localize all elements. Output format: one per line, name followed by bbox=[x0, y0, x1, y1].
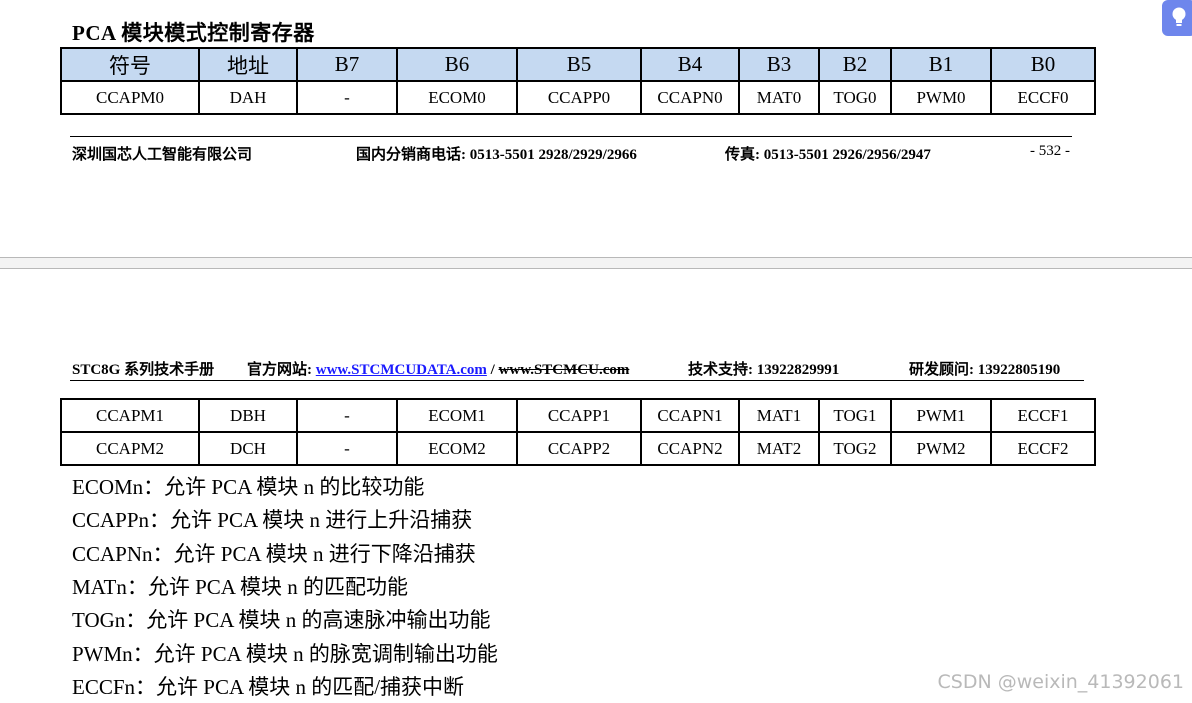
table-cell: CCAPM0 bbox=[60, 80, 200, 115]
table-cell: PWM2 bbox=[890, 431, 992, 466]
description-line: TOGn：允许 PCA 模块 n 的高速脉冲输出功能 bbox=[72, 608, 491, 632]
table-row: CCAPM0 DAH - ECOM0 CCAPP0 CCAPN0 MAT0 TO… bbox=[60, 80, 1096, 115]
table-cell: ECOM0 bbox=[396, 80, 518, 115]
header-website: 官方网站: www.STCMCUDATA.com / www.STCMCU.co… bbox=[247, 358, 629, 379]
footer-fax: 传真: 0513-5501 2926/2956/2947 bbox=[725, 147, 931, 163]
header-cell: 符号 bbox=[60, 47, 200, 82]
table-cell: DAH bbox=[198, 80, 298, 115]
table-cell: TOG1 bbox=[818, 398, 892, 433]
footer-rule bbox=[70, 136, 1072, 137]
table-cell: MAT2 bbox=[738, 431, 820, 466]
table-cell: - bbox=[296, 398, 398, 433]
header-cell: 地址 bbox=[198, 47, 298, 82]
footer-phone: 国内分销商电话: 0513-5501 2928/2929/2966 bbox=[356, 147, 637, 163]
footer-company: 深圳国芯人工智能有限公司 bbox=[72, 147, 253, 163]
table-cell: CCAPN2 bbox=[640, 431, 740, 466]
header-cell: B3 bbox=[738, 47, 820, 82]
table-cell: CCAPN1 bbox=[640, 398, 740, 433]
table-cell: TOG0 bbox=[818, 80, 892, 115]
website-link[interactable]: www.STCMCUDATA.com bbox=[316, 362, 487, 378]
header-rule bbox=[70, 380, 1084, 381]
page-break bbox=[0, 257, 1192, 269]
table-cell: CCAPM2 bbox=[60, 431, 200, 466]
description-line: PWMn：允许 PCA 模块 n 的脉宽调制输出功能 bbox=[72, 642, 498, 666]
page-number: - 532 - bbox=[1030, 143, 1070, 159]
watermark: CSDN @weixin_41392061 bbox=[937, 671, 1185, 693]
description-line: CCAPNn：允许 PCA 模块 n 进行下降沿捕获 bbox=[72, 542, 476, 566]
hint-button[interactable] bbox=[1162, 0, 1192, 36]
header-cell: B5 bbox=[516, 47, 642, 82]
header-cell: B0 bbox=[990, 47, 1096, 82]
table-cell: ECCF0 bbox=[990, 80, 1096, 115]
table-cell: ECOM1 bbox=[396, 398, 518, 433]
header-cell: B2 bbox=[818, 47, 892, 82]
website-old: www.STCMCU.com bbox=[498, 362, 630, 378]
table-cell: - bbox=[296, 431, 398, 466]
header-cell: B7 bbox=[296, 47, 398, 82]
header-cell: B1 bbox=[890, 47, 992, 82]
header-consultant: 研发顾问: 13922805190 bbox=[909, 362, 1061, 378]
table-cell: MAT0 bbox=[738, 80, 820, 115]
description-line: MATn：允许 PCA 模块 n 的匹配功能 bbox=[72, 575, 409, 599]
table-row: CCAPM2 DCH - ECOM2 CCAPP2 CCAPN2 MAT2 TO… bbox=[60, 431, 1096, 466]
table-cell: CCAPM1 bbox=[60, 398, 200, 433]
header-cell: B6 bbox=[396, 47, 518, 82]
table-cell: CCAPN0 bbox=[640, 80, 740, 115]
table-cell: CCAPP2 bbox=[516, 431, 642, 466]
table-cell: ECCF2 bbox=[990, 431, 1096, 466]
table-cell: CCAPP1 bbox=[516, 398, 642, 433]
description-line: CCAPPn：允许 PCA 模块 n 进行上升沿捕获 bbox=[72, 508, 473, 532]
table-cell: ECOM2 bbox=[396, 431, 518, 466]
header-cell: B4 bbox=[640, 47, 740, 82]
register-table-bottom: CCAPM1 DBH - ECOM1 CCAPP1 CCAPN1 MAT1 TO… bbox=[60, 398, 1096, 466]
lightbulb-icon bbox=[1172, 7, 1186, 26]
table-row: CCAPM1 DBH - ECOM1 CCAPP1 CCAPN1 MAT1 TO… bbox=[60, 398, 1096, 433]
website-label: 官方网站: bbox=[247, 362, 316, 378]
table-cell: - bbox=[296, 80, 398, 115]
table-cell: DBH bbox=[198, 398, 298, 433]
table-cell: PWM1 bbox=[890, 398, 992, 433]
table-cell: DCH bbox=[198, 431, 298, 466]
description-line: ECOMn：允许 PCA 模块 n 的比较功能 bbox=[72, 475, 425, 499]
table-cell: PWM0 bbox=[890, 80, 992, 115]
table-cell: CCAPP0 bbox=[516, 80, 642, 115]
header-support: 技术支持: 13922829991 bbox=[688, 362, 840, 378]
table-header-row: 符号 地址 B7 B6 B5 B4 B3 B2 B1 B0 bbox=[60, 47, 1096, 82]
table-cell: TOG2 bbox=[818, 431, 892, 466]
section-title: PCA 模块模式控制寄存器 bbox=[72, 21, 315, 45]
website-separator: / bbox=[486, 362, 499, 378]
table-cell: MAT1 bbox=[738, 398, 820, 433]
register-table-top: 符号 地址 B7 B6 B5 B4 B3 B2 B1 B0 CCAPM0 DAH… bbox=[60, 47, 1096, 115]
header-manual-title: STC8G 系列技术手册 bbox=[72, 362, 215, 378]
description-line: ECCFn：允许 PCA 模块 n 的匹配/捕获中断 bbox=[72, 675, 465, 699]
table-cell: ECCF1 bbox=[990, 398, 1096, 433]
